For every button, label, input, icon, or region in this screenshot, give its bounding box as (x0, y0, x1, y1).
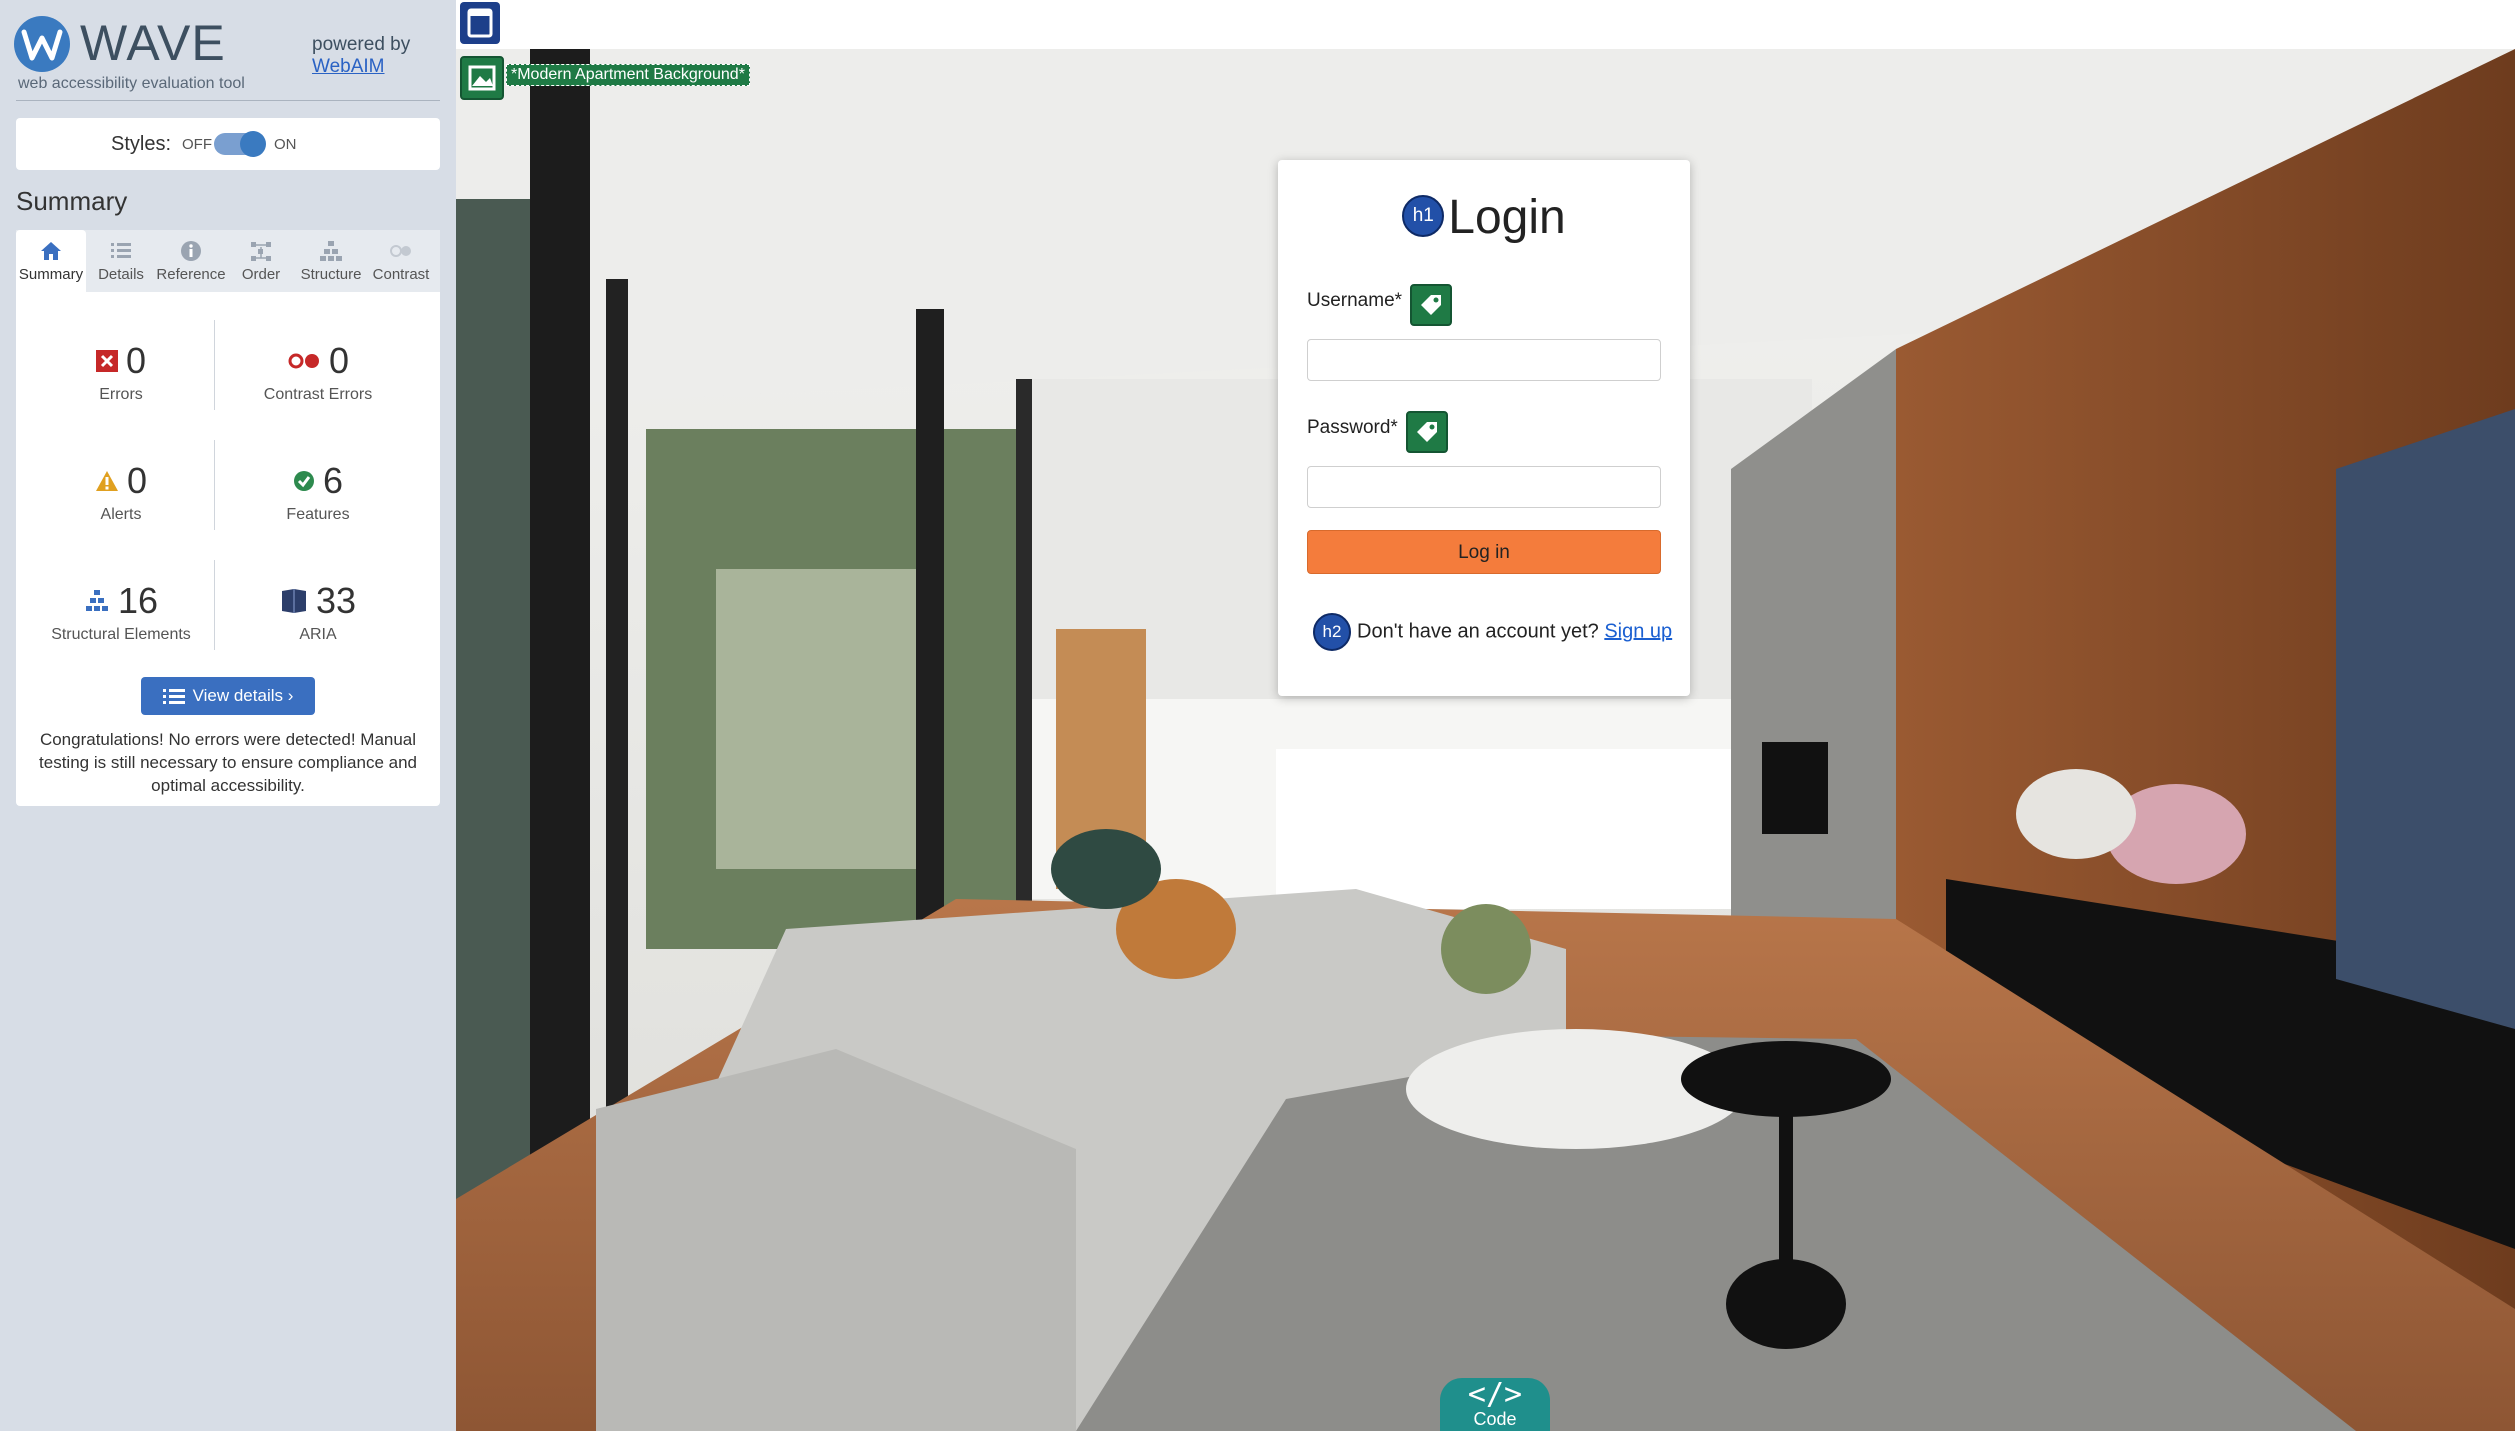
list-icon (111, 243, 131, 258)
styles-off-label: OFF (182, 136, 212, 153)
divider (16, 100, 440, 101)
signup-link[interactable]: Sign up (1604, 620, 1672, 642)
aria-count: 33 (315, 580, 357, 621)
info-icon (181, 241, 201, 261)
document-language-icon[interactable] (460, 2, 500, 44)
alerts-label: Alerts (100, 506, 142, 523)
feature-check-icon (293, 471, 314, 491)
page-content: *Modern Apartment Background* h1 Login Us… (456, 0, 2515, 1431)
aria-stat[interactable]: 33 ARIA (223, 580, 413, 644)
summary-panel: Summary Details Reference Order Structur… (16, 230, 440, 806)
styles-on-label: ON (274, 136, 297, 153)
label-tag-icon[interactable] (1410, 284, 1452, 326)
aria-icon (281, 589, 306, 613)
wave-tagline: web accessibility evaluation tool (18, 75, 245, 92)
tab-summary[interactable]: Summary (16, 230, 86, 292)
alerts-count: 0 (126, 460, 148, 501)
styles-toggle-box: Styles: OFF ON (16, 118, 440, 170)
login-button[interactable]: Log in (1307, 530, 1661, 574)
errors-stat[interactable]: 0 Errors (26, 340, 216, 404)
tab-details[interactable]: Details (86, 230, 156, 292)
contrast-errors-label: Contrast Errors (263, 386, 373, 403)
tab-reference[interactable]: Reference (156, 230, 226, 292)
tab-label: Reference (156, 266, 226, 283)
features-count: 6 (322, 460, 344, 501)
styles-label: Styles: (111, 133, 172, 155)
wave-tabs: Summary Details Reference Order Structur… (16, 230, 440, 292)
features-label: Features (286, 506, 350, 523)
toggle-knob (240, 131, 266, 157)
wave-title: WAVE (80, 15, 226, 71)
h2-badge[interactable]: h2 (1313, 613, 1351, 651)
view-details-label: View details › (192, 686, 294, 705)
structural-label: Structural Elements (51, 626, 191, 643)
summary-heading: Summary (16, 186, 128, 216)
code-toggle-button[interactable]: </> Code (1440, 1378, 1550, 1431)
home-icon (41, 242, 61, 260)
login-card: h1 Login Username* Password* Log in h2 Don… (1278, 160, 1690, 696)
h1-badge[interactable]: h1 (1402, 195, 1445, 238)
errors-count: 0 (125, 340, 147, 381)
powered-by: powered by WebAIM (312, 34, 410, 78)
structural-count: 16 (117, 580, 159, 621)
wave-logo-icon (14, 16, 70, 72)
alert-icon (95, 471, 118, 491)
tab-label: Structure (300, 266, 362, 283)
order-icon (251, 242, 271, 261)
structure-icon (85, 590, 108, 611)
structure-icon (320, 241, 342, 261)
label-tag-icon[interactable] (1406, 411, 1448, 453)
list-icon (162, 688, 185, 704)
wave-sidebar: WAVE web accessibility evaluation tool p… (0, 0, 456, 1431)
code-label: Code (1473, 1409, 1517, 1429)
login-heading: h1 Login (1278, 190, 1690, 245)
webaim-link[interactable]: WebAIM (312, 56, 410, 78)
tab-label: Contrast (372, 266, 430, 283)
username-input[interactable] (1307, 339, 1661, 381)
tab-structure[interactable]: Structure (296, 230, 366, 292)
password-label: Password* (1307, 417, 1398, 438)
tab-contrast[interactable]: Contrast (366, 230, 436, 292)
alerts-stat[interactable]: 0 Alerts (26, 460, 216, 524)
errors-label: Errors (99, 386, 143, 403)
contrast-errors-count: 0 (328, 340, 350, 381)
error-icon (95, 350, 118, 372)
styles-toggle[interactable] (214, 131, 266, 157)
tab-label: Order (241, 266, 281, 283)
tab-label: Summary (18, 266, 84, 283)
features-stat[interactable]: 6 Features (223, 460, 413, 524)
password-input[interactable] (1307, 466, 1661, 508)
alt-text-image-icon[interactable] (460, 56, 504, 100)
structural-stat[interactable]: 16 Structural Elements (26, 580, 216, 644)
code-icon: </> (1467, 1377, 1523, 1412)
powered-by-text: powered by (312, 34, 411, 55)
contrast-icon (390, 245, 411, 257)
view-details-button[interactable]: View details › (141, 677, 315, 715)
signup-text: Don't have an account yet? (1357, 620, 1599, 643)
aria-label: ARIA (299, 626, 337, 643)
contrast-error-icon (288, 353, 319, 369)
login-title-text: Login (1448, 191, 1566, 244)
tab-label: Details (98, 266, 144, 283)
username-label: Username* (1307, 290, 1403, 311)
alt-text-label: *Modern Apartment Background* (506, 64, 750, 86)
tab-order[interactable]: Order (226, 230, 296, 292)
contrast-errors-stat[interactable]: 0 Contrast Errors (223, 340, 413, 404)
congratulations-message: Congratulations! No errors were detected… (39, 730, 417, 795)
signup-prompt: h2 Don't have an account yet? Sign up (1313, 613, 1672, 651)
